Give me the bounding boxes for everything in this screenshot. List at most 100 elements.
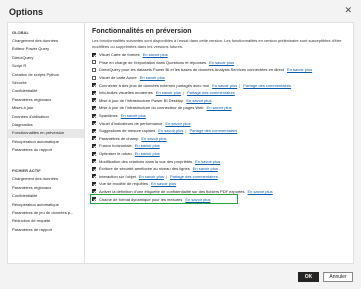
- sidebar-global-item[interactable]: Sécurité: [8, 79, 84, 87]
- feature-label: Interaction sur l'objet: [99, 173, 136, 179]
- learn-more-link[interactable]: En savoir plus: [135, 151, 160, 156]
- sidebar: GLOBAL Chargement des données Éditeur Pow…: [8, 23, 85, 263]
- feature-row: Vue de modèle de requêtes En savoir plus: [92, 180, 350, 188]
- feature-checkbox[interactable]: [92, 113, 96, 118]
- page-description: Les fonctionnalités suivantes sont dispo…: [92, 38, 342, 49]
- feature-list: Visuel Carte de formes En savoir plus Pris…: [90, 51, 350, 204]
- sidebar-file-item[interactable]: Chargement des données: [8, 175, 84, 183]
- feedback-link[interactable]: Partage des commentaires: [187, 90, 235, 95]
- cancel-button[interactable]: Annuler: [323, 272, 353, 282]
- learn-more-link[interactable]: En savoir plus: [209, 60, 234, 65]
- feature-label: Paramètres de champ: [99, 135, 139, 141]
- learn-more-link[interactable]: En savoir plus: [287, 67, 312, 72]
- learn-more-link[interactable]: En savoir plus: [195, 159, 220, 164]
- learn-more-link[interactable]: En savoir plus: [185, 197, 210, 202]
- feature-label: Visuel de carte Azure: [99, 75, 137, 81]
- feature-row: Activer la définition d'une étiquette de…: [92, 188, 350, 196]
- learn-more-link[interactable]: En savoir plus: [156, 90, 181, 95]
- learn-more-link[interactable]: En savoir plus: [158, 128, 183, 133]
- feature-checkbox[interactable]: [92, 67, 96, 72]
- ok-button[interactable]: OK: [298, 272, 319, 282]
- feature-checkbox[interactable]: [92, 166, 96, 171]
- sidebar-global-item[interactable]: Récupération automatique: [8, 138, 84, 146]
- learn-more-link[interactable]: En savoir plus: [143, 52, 168, 57]
- learn-more-link[interactable]: En savoir plus: [135, 143, 160, 148]
- feature-row: Interaction sur l'objet En savoir plus | Pa…: [92, 173, 350, 181]
- feature-checkbox[interactable]: [92, 121, 96, 126]
- feature-label: Info-bulles visuelles modernes: [99, 90, 153, 96]
- sidebar-global-item[interactable]: Confidentialité: [8, 87, 84, 95]
- sidebar-global-item[interactable]: Données d'utilisation: [8, 113, 84, 121]
- feature-label: Mise à jour de l'infrastructure Power BI…: [99, 97, 184, 103]
- learn-more-link[interactable]: En savoir plus: [141, 136, 166, 141]
- feature-checkbox[interactable]: [92, 197, 96, 202]
- learn-more-link[interactable]: En savoir plus: [207, 105, 232, 110]
- feature-label: Mise à jour de l'infrastructure du conne…: [99, 105, 204, 111]
- sidebar-global-item[interactable]: Paramètres régionaux: [8, 96, 84, 104]
- feature-checkbox[interactable]: [92, 75, 96, 80]
- feature-label: Visuel d'indicateurs de performance: [99, 120, 163, 126]
- sidebar-file-item[interactable]: Récupération automatique: [8, 201, 84, 209]
- sidebar-file-item[interactable]: Réduction de requête: [8, 217, 84, 225]
- feature-checkbox[interactable]: [92, 181, 96, 186]
- learn-more-link[interactable]: En savoir plus: [212, 83, 237, 88]
- feature-checkbox[interactable]: [92, 98, 96, 103]
- feature-row: Chaîne de format dynamique pour les mesu…: [90, 194, 238, 204]
- main-content: Fonctionnalités en préversion Les foncti…: [90, 28, 350, 204]
- feature-checkbox[interactable]: [92, 136, 96, 141]
- feature-checkbox[interactable]: [92, 174, 96, 179]
- feature-checkbox[interactable]: [92, 60, 96, 65]
- feature-label: Activer la définition d'une étiquette de…: [99, 188, 245, 194]
- link-separator: |: [239, 82, 241, 88]
- feedback-link[interactable]: Partage des commentaires: [170, 174, 218, 179]
- feedback-link[interactable]: Partage des commentaires: [189, 128, 237, 133]
- feature-checkbox[interactable]: [92, 52, 96, 57]
- learn-more-link[interactable]: En savoir plus: [186, 98, 211, 103]
- sidebar-global-item[interactable]: Script R: [8, 62, 84, 70]
- sidebar-global-item[interactable]: Diagnostics: [8, 121, 84, 129]
- sidebar-global-item[interactable]: Éditeur Power Query: [8, 45, 84, 53]
- sidebar-file-item[interactable]: Paramètres de rapport: [8, 226, 84, 234]
- learn-more-link[interactable]: En savoir plus: [121, 113, 146, 118]
- sidebar-global-item[interactable]: Création de scripts Python: [8, 71, 84, 79]
- feature-label: Chaîne de format dynamique pour les mesu…: [99, 196, 183, 202]
- feature-row: Modification des relations dans la vue d…: [92, 157, 350, 165]
- learn-more-link[interactable]: En savoir plus: [151, 181, 176, 186]
- feature-label: Fusion horizontale: [99, 143, 132, 149]
- feature-row: Mise à jour de l'infrastructure Power BI…: [92, 97, 350, 105]
- feature-checkbox[interactable]: [92, 189, 96, 194]
- learn-more-link[interactable]: En savoir plus: [248, 189, 273, 194]
- sidebar-file-item[interactable]: Paramètres régionaux: [8, 184, 84, 192]
- feature-checkbox[interactable]: [92, 151, 96, 156]
- sidebar-global-item[interactable]: Fonctionnalités en préversion: [8, 129, 84, 138]
- feedback-link[interactable]: Partage des commentaires: [243, 83, 291, 88]
- feature-label: Visuel Carte de formes: [99, 52, 140, 58]
- sidebar-global-header: GLOBAL: [12, 30, 29, 35]
- feature-checkbox[interactable]: [92, 159, 96, 164]
- feature-checkbox[interactable]: [92, 90, 96, 95]
- feature-checkbox[interactable]: [92, 83, 96, 88]
- learn-more-link[interactable]: En savoir plus: [193, 166, 218, 171]
- feature-checkbox[interactable]: [92, 143, 96, 148]
- options-panel: GLOBAL Chargement des données Éditeur Pow…: [7, 22, 354, 264]
- feature-row: Prise en charge de l'exportation dans Qu…: [92, 59, 350, 67]
- feature-checkbox[interactable]: [92, 128, 96, 133]
- sidebar-global-item[interactable]: Paramètres du rapport: [8, 146, 84, 154]
- sidebar-file-list: Chargement des données Paramètres régiona…: [8, 175, 84, 234]
- feature-checkbox[interactable]: [92, 105, 96, 110]
- feature-label: Optimiser le ruban: [99, 151, 132, 157]
- learn-more-link[interactable]: En savoir plus: [140, 75, 165, 80]
- feature-row: DirectQuery pour les datasets Power BI e…: [92, 66, 350, 74]
- sidebar-file-item[interactable]: Paramètres de jeu de données p...: [8, 209, 84, 217]
- sidebar-global-item[interactable]: DirectQuery: [8, 54, 84, 62]
- sidebar-global-item[interactable]: Mises à jour: [8, 104, 84, 112]
- close-icon[interactable]: ✕: [344, 6, 352, 15]
- feature-label: Connecter à des jeux de données externes…: [99, 82, 210, 88]
- sidebar-file-item[interactable]: Confidentialité: [8, 192, 84, 200]
- feature-row: Optimiser le ruban En savoir plus: [92, 150, 350, 158]
- sidebar-global-item[interactable]: Chargement des données: [8, 37, 84, 45]
- learn-more-link[interactable]: En savoir plus: [139, 174, 164, 179]
- feature-row: Visuel de carte Azure En savoir plus: [92, 74, 350, 82]
- feature-row: Visuel Carte de formes En savoir plus: [92, 51, 350, 59]
- learn-more-link[interactable]: En savoir plus: [165, 121, 190, 126]
